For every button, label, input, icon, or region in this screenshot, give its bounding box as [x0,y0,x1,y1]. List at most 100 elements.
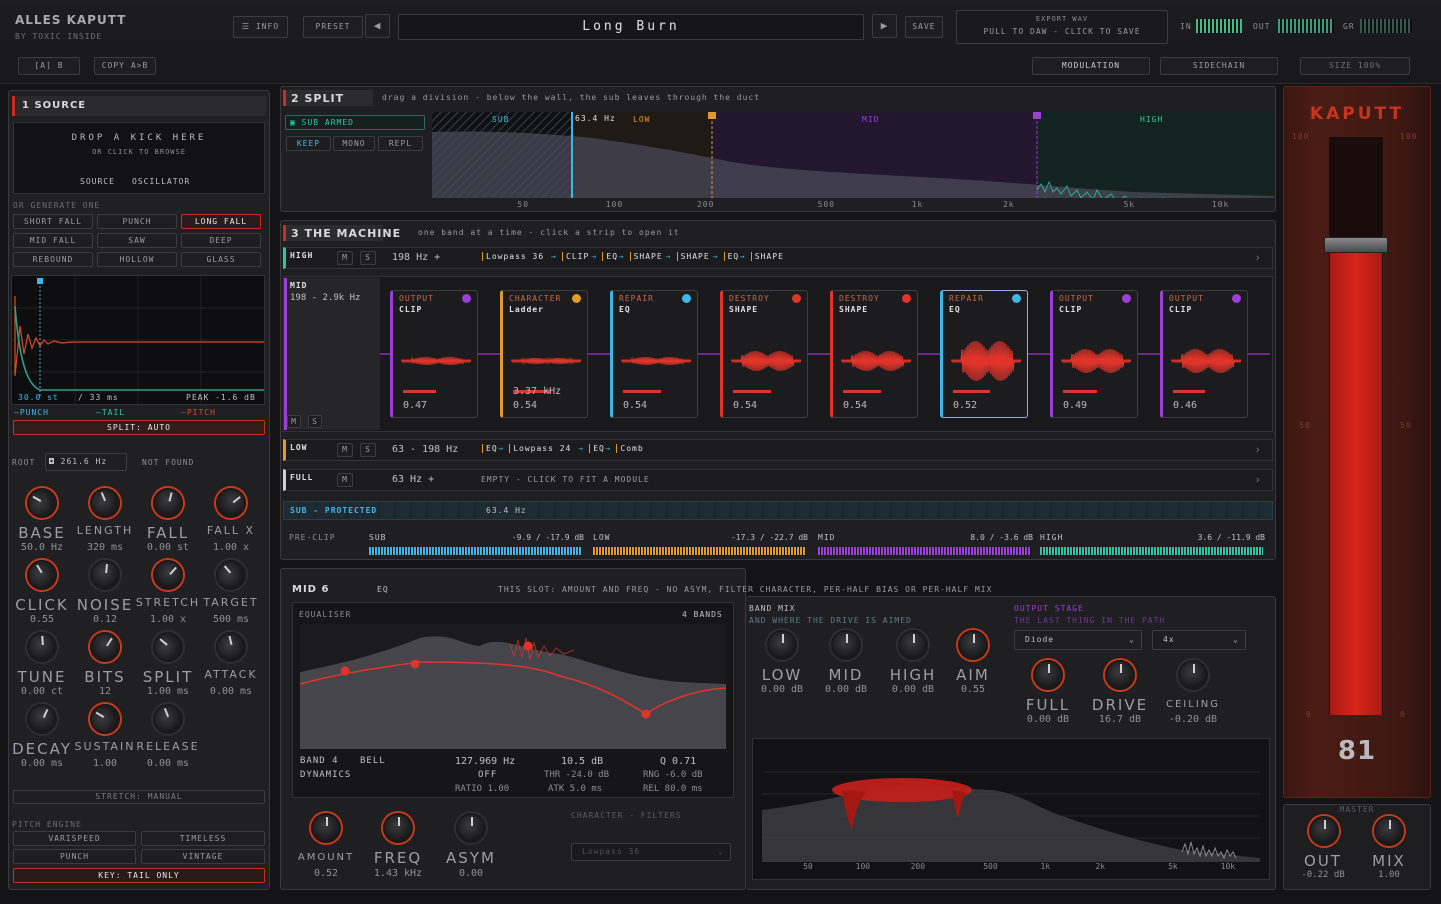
chain-module-shape[interactable]: SHAPE [629,252,663,261]
eq-freq[interactable]: 127.969 Hz [455,756,515,767]
strip-4-destroy[interactable]: DESTROY SHAPE 0.54 [720,290,808,418]
preset-long-fall-button[interactable]: LONG FALL [181,214,261,229]
strip-1-output[interactable]: OUTPUT CLIP 0.47 [390,290,478,418]
vintage-button[interactable]: VINTAGE [141,849,265,864]
save-button[interactable]: SAVE [905,16,943,38]
band-full-mute[interactable]: M [337,473,353,487]
source-tab[interactable]: SOURCE [80,177,115,186]
split-auto-button[interactable]: SPLIT: AUTO [13,420,265,435]
oversampling-select[interactable]: 4x ⌄ [1152,630,1246,650]
preset-mid-fall-button[interactable]: MID FALL [13,233,93,248]
strip-3-repair[interactable]: REPAIR EQ 0.54 [610,290,698,418]
preset-hollow-button[interactable]: HOLLOW [97,252,177,267]
preset-next-button[interactable]: ▶ [872,14,897,38]
preset-short-fall-button[interactable]: SHORT FALL [13,214,93,229]
band-mix-aim-knob[interactable] [958,630,988,660]
output-drive-knob[interactable] [1105,660,1135,690]
root-field[interactable]: ◘ 261.6 Hz [45,453,127,471]
strip-waveform [841,350,911,372]
strip-category: OUTPUT [1169,294,1204,303]
band-mid-solo[interactable]: S [308,415,322,428]
varispeed-button[interactable]: VARISPEED [13,831,136,846]
chain-module-eq[interactable]: EQ [602,252,618,261]
character-filter-select[interactable]: Lowpass 36 ⌄ [571,843,731,861]
strip-color-dot [572,294,581,303]
chain-module-shape[interactable]: SHAPE [750,252,784,261]
strip-2-character[interactable]: CHARACTER Ladder 3.37 kHz 0.54 [500,290,588,418]
preset-saw-button[interactable]: SAW [97,233,177,248]
chain-module-lowpass-36[interactable]: Lowpass 36 [482,252,544,261]
output-tick-5k: 5k [1168,862,1178,871]
chevron-right-icon: › [1254,443,1262,456]
sidechain-tab[interactable]: SIDECHAIN [1160,57,1278,75]
oscillator-tab[interactable]: OSCILLATOR [132,177,190,186]
asym-knob[interactable] [456,813,486,843]
band-mix-high-knob[interactable] [898,630,928,660]
keep-button[interactable]: KEEP [286,136,331,151]
ab-toggle[interactable]: [A] B [18,57,80,75]
repl-button[interactable]: REPL [378,136,423,151]
modulation-tab[interactable]: MODULATION [1032,57,1150,75]
amount-knob[interactable] [311,813,341,843]
sub-armed-toggle[interactable]: ▣ SUB ARMED [285,115,425,130]
copy-ab-button[interactable]: COPY A>B [94,57,156,75]
mix-knob[interactable] [1374,816,1404,846]
split-tick-2k: 2k [1002,200,1015,209]
meter-high-bar [1040,547,1263,555]
eq-q[interactable]: Q 0.71 [660,756,696,767]
freq-knob[interactable] [383,813,413,843]
band-mix-mid-knob[interactable] [831,630,861,660]
band-high-mute[interactable]: M [337,251,353,265]
freq-knob-label: FREQ [373,849,423,867]
eq-ratio[interactable]: RATIO 1.00 [455,784,509,794]
chain-module-eq[interactable]: EQ [723,252,740,261]
preset-name-display[interactable]: Long Burn [398,14,864,40]
eq-rng[interactable]: RNG -6.0 dB [643,770,703,780]
root-label: ROOT [12,458,36,467]
chain-module-clip[interactable]: CLIP [562,252,589,261]
preset-glass-button[interactable]: GLASS [181,252,261,267]
strip-8-output[interactable]: OUTPUT CLIP 0.46 [1160,290,1248,418]
key-tail-only-button[interactable]: KEY: TAIL ONLY [13,868,265,883]
eq-rel[interactable]: REL 80.0 ms [643,784,703,794]
band-mix-low-knob[interactable] [767,630,797,660]
strip-6-repair[interactable]: REPAIR EQ 0.52 [940,290,1028,418]
strip-7-output[interactable]: OUTPUT CLIP 0.49 [1050,290,1138,418]
preset-prev-button[interactable]: ◀ [365,14,390,38]
eq-atk[interactable]: ATK 5.0 ms [548,784,602,794]
chain-module-lowpass-24[interactable]: Lowpass 24 [509,444,571,453]
preset-punch-button[interactable]: PUNCH [97,214,177,229]
split-spectrum[interactable] [432,112,1274,198]
band-mid-mute[interactable]: M [287,415,301,428]
info-button[interactable]: ☰ INFO [233,16,288,38]
output-tick-100: 100 [855,862,871,871]
kaputt-fader-handle[interactable] [1324,237,1388,254]
chain-module-shape[interactable]: SHAPE [676,252,710,261]
preset-deep-button[interactable]: DEEP [181,233,261,248]
chevron-right-icon: › [1254,473,1262,486]
chain-module-comb[interactable]: Comb [616,444,643,453]
band-low-solo[interactable]: S [360,443,376,457]
chain-module-eq[interactable]: EQ [589,444,605,453]
clip-mode-select[interactable]: Diode ⌄ [1014,630,1142,650]
chain-module-eq[interactable]: EQ [482,444,498,453]
preset-rebound-button[interactable]: REBOUND [13,252,93,267]
eq-dyn-off[interactable]: OFF [478,770,497,780]
punch-engine-button[interactable]: PUNCH [13,849,136,864]
eq-gain[interactable]: 10.5 dB [561,756,603,767]
export-wav-button[interactable]: EXPORT WAV PULL TO DAW - CLICK TO SAVE [956,10,1168,44]
length-knob-label: LENGTH [76,524,134,537]
timeless-button[interactable]: TIMELESS [141,831,265,846]
eq-thr[interactable]: THR -24.0 dB [544,770,609,780]
output-full-knob[interactable] [1033,660,1063,690]
output-ceiling-knob[interactable] [1178,660,1208,690]
stretch-mode-button[interactable]: STRETCH: MANUAL [13,790,265,804]
size-selector[interactable]: SIZE 100% [1300,57,1410,75]
split-knob-label: SPLIT [142,668,194,686]
generate-label: OR GENERATE ONE [13,201,101,210]
band-low-mute[interactable]: M [337,443,353,457]
strip-5-destroy[interactable]: DESTROY SHAPE 0.54 [830,290,918,418]
out-knob[interactable] [1309,816,1339,846]
mono-button[interactable]: MONO [333,136,375,151]
band-high-solo[interactable]: S [360,251,376,265]
